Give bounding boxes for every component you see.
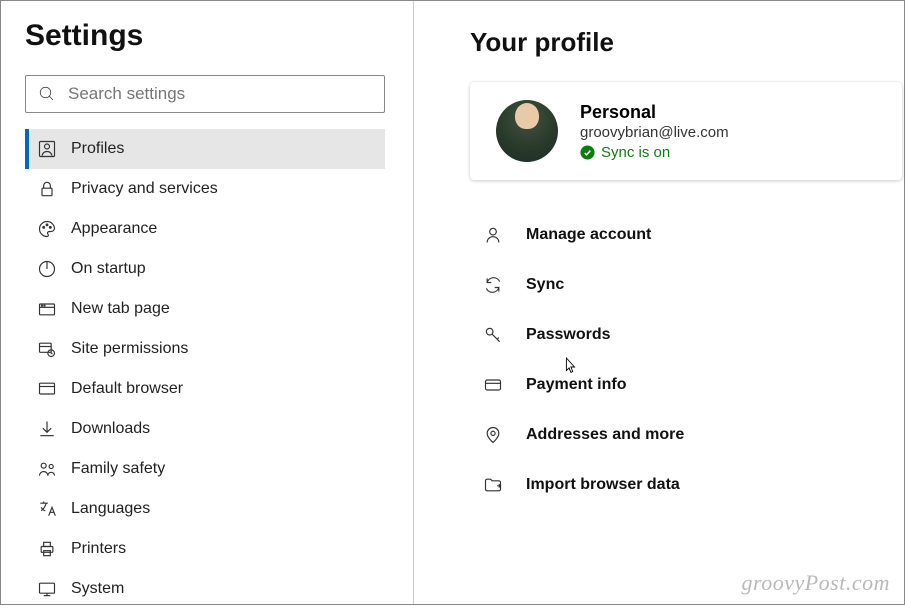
location-icon [482, 424, 504, 446]
key-icon [482, 324, 504, 346]
sidebar-item-label: Appearance [71, 220, 157, 238]
sidebar-item-privacy[interactable]: Privacy and services [25, 169, 385, 209]
sidebar-item-family[interactable]: Family safety [25, 449, 385, 489]
sidebar-item-label: System [71, 580, 124, 598]
sidebar-item-appearance[interactable]: Appearance [25, 209, 385, 249]
row-passwords[interactable]: Passwords [470, 310, 902, 360]
sidebar-item-label: Printers [71, 540, 126, 558]
power-icon [37, 259, 57, 279]
row-import[interactable]: Import browser data [470, 460, 902, 510]
row-payment[interactable]: Payment info [470, 360, 902, 410]
sync-status-text: Sync is on [601, 144, 670, 161]
row-sync[interactable]: Sync [470, 260, 902, 310]
site-permissions-icon [37, 339, 57, 359]
sidebar-item-printers[interactable]: Printers [25, 529, 385, 569]
sidebar-item-label: Family safety [71, 460, 165, 478]
printer-icon [37, 539, 57, 559]
lock-icon [37, 179, 57, 199]
sidebar-item-label: Profiles [71, 140, 124, 158]
sidebar-item-label: On startup [71, 260, 146, 278]
sync-status: Sync is on [580, 144, 729, 161]
sidebar-item-label: Downloads [71, 420, 150, 438]
new-tab-icon [37, 299, 57, 319]
row-label: Import browser data [526, 476, 680, 494]
profile-card[interactable]: Personal groovybrian@live.com Sync is on [470, 82, 902, 180]
row-manage-account[interactable]: Manage account [470, 210, 902, 260]
sidebar-item-label: New tab page [71, 300, 170, 318]
palette-icon [37, 219, 57, 239]
card-icon [482, 374, 504, 396]
row-label: Payment info [526, 376, 626, 394]
sidebar-item-startup[interactable]: On startup [25, 249, 385, 289]
profile-name: Personal [580, 102, 729, 123]
main-panel: Your profile Personal groovybrian@live.c… [414, 1, 904, 604]
row-label: Passwords [526, 326, 610, 344]
settings-title: Settings [25, 19, 385, 53]
settings-sidebar: Settings Profiles Privacy and services A… [1, 1, 414, 604]
search-input[interactable] [68, 84, 372, 104]
page-title: Your profile [470, 27, 904, 58]
row-addresses[interactable]: Addresses and more [470, 410, 902, 460]
profile-email: groovybrian@live.com [580, 124, 729, 141]
watermark: groovyPost.com [741, 570, 890, 596]
sidebar-item-profiles[interactable]: Profiles [25, 129, 385, 169]
search-icon [38, 85, 56, 103]
sidebar-item-languages[interactable]: Languages [25, 489, 385, 529]
sidebar-item-system[interactable]: System [25, 569, 385, 609]
sidebar-item-site-permissions[interactable]: Site permissions [25, 329, 385, 369]
system-icon [37, 579, 57, 599]
profile-options: Manage account Sync Passwords Payment in… [470, 210, 902, 510]
import-icon [482, 474, 504, 496]
sidebar-item-label: Languages [71, 500, 150, 518]
family-icon [37, 459, 57, 479]
sidebar-item-downloads[interactable]: Downloads [25, 409, 385, 449]
avatar [496, 100, 558, 162]
sidebar-item-label: Default browser [71, 380, 183, 398]
sidebar-item-label: Site permissions [71, 340, 188, 358]
browser-icon [37, 379, 57, 399]
person-icon [482, 224, 504, 246]
row-label: Addresses and more [526, 426, 684, 444]
settings-nav: Profiles Privacy and services Appearance… [25, 129, 385, 609]
profile-text: Personal groovybrian@live.com Sync is on [580, 102, 729, 161]
language-icon [37, 499, 57, 519]
check-circle-icon [580, 145, 595, 160]
sidebar-item-newtab[interactable]: New tab page [25, 289, 385, 329]
row-label: Manage account [526, 226, 651, 244]
row-label: Sync [526, 276, 564, 294]
sync-icon [482, 274, 504, 296]
sidebar-item-label: Privacy and services [71, 180, 218, 198]
search-settings-field[interactable] [25, 75, 385, 113]
profile-icon [37, 139, 57, 159]
sidebar-item-default-browser[interactable]: Default browser [25, 369, 385, 409]
download-icon [37, 419, 57, 439]
